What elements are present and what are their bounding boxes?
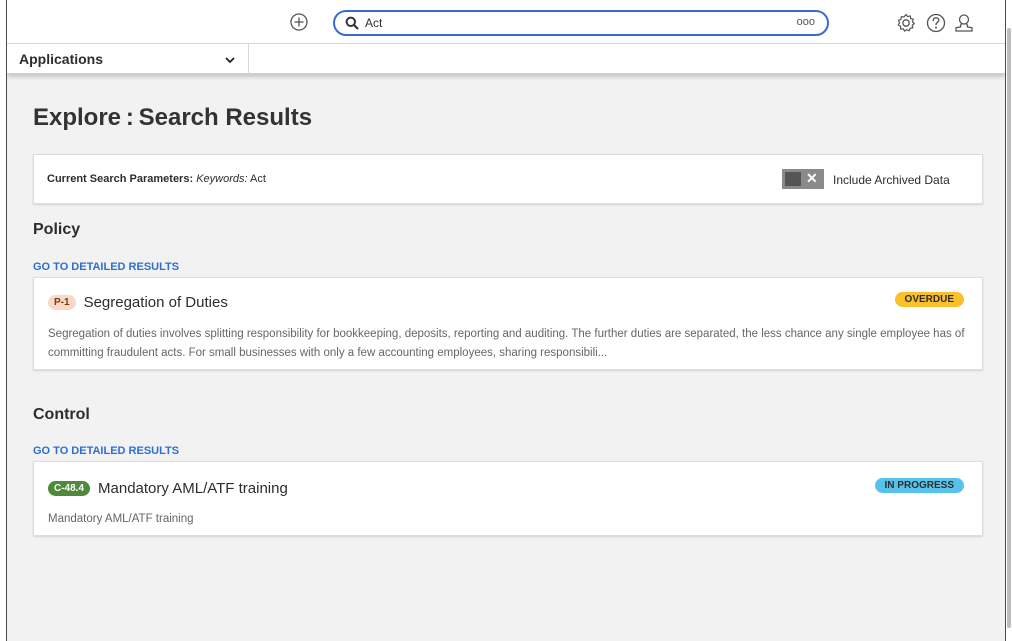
policy-detailed-results-link[interactable]: GO TO DETAILED RESULTS (33, 261, 179, 273)
chevron-down-icon (225, 57, 235, 64)
include-archived-toggle[interactable]: ✕ (782, 169, 824, 189)
search-parameters-text: Current Search Parameters: Keywords: Act (47, 173, 266, 185)
status-badge: OVERDUE (894, 292, 964, 307)
result-card-header: P-1 Segregation of Duties (48, 294, 228, 311)
scrollbar[interactable] (1006, 0, 1012, 641)
page-title: Explore : Search Results (33, 104, 313, 131)
keywords-label: Keywords: (196, 173, 248, 185)
control-detailed-results-link[interactable]: GO TO DETAILED RESULTS (33, 445, 179, 457)
app-window: ooo Applications Explore : Search Result… (6, 0, 1006, 641)
applications-dropdown-label: Applications (19, 51, 104, 67)
policy-result-description: Segregation of duties involves splitting… (48, 328, 965, 359)
applications-dropdown[interactable]: Applications (7, 44, 249, 74)
control-result-card[interactable]: C-48.4 Mandatory AML/ATF training IN PRO… (33, 461, 983, 536)
search-icon (345, 16, 359, 30)
search-parameters-panel: Current Search Parameters: Keywords: Act… (33, 154, 983, 204)
keywords-value: Act (250, 173, 266, 185)
policy-result-card[interactable]: P-1 Segregation of Duties OVERDUE Segreg… (33, 277, 983, 370)
control-id-badge: C-48.4 (48, 481, 91, 496)
policy-result-name[interactable]: Segregation of Duties (84, 294, 228, 311)
help-icon[interactable] (925, 12, 947, 34)
applications-bar: Applications (7, 44, 1005, 74)
include-archived-label: Include Archived Data (833, 173, 950, 187)
gear-icon[interactable] (895, 12, 917, 34)
add-circle-icon[interactable] (289, 12, 309, 32)
search-parameters-label: Current Search Parameters: (47, 173, 194, 185)
scrollbar-thumb[interactable] (1007, 28, 1011, 628)
toggle-knob (785, 172, 801, 186)
policy-id-badge: P-1 (48, 295, 76, 310)
control-result-name[interactable]: Mandatory AML/ATF training (98, 480, 288, 497)
result-card-header: C-48.4 Mandatory AML/ATF training (48, 480, 288, 497)
close-icon: ✕ (806, 170, 818, 186)
search-input[interactable] (365, 14, 785, 32)
user-profile-icon[interactable] (953, 12, 975, 34)
search-bar[interactable]: ooo (333, 10, 829, 36)
control-result-description: Mandatory AML/ATF training (48, 513, 194, 525)
section-title-policy: Policy (33, 221, 81, 238)
top-bar: ooo (7, 0, 1005, 44)
status-badge: IN PROGRESS (874, 478, 964, 493)
section-title-control: Control (33, 406, 90, 423)
search-options-button[interactable]: ooo (797, 16, 815, 28)
